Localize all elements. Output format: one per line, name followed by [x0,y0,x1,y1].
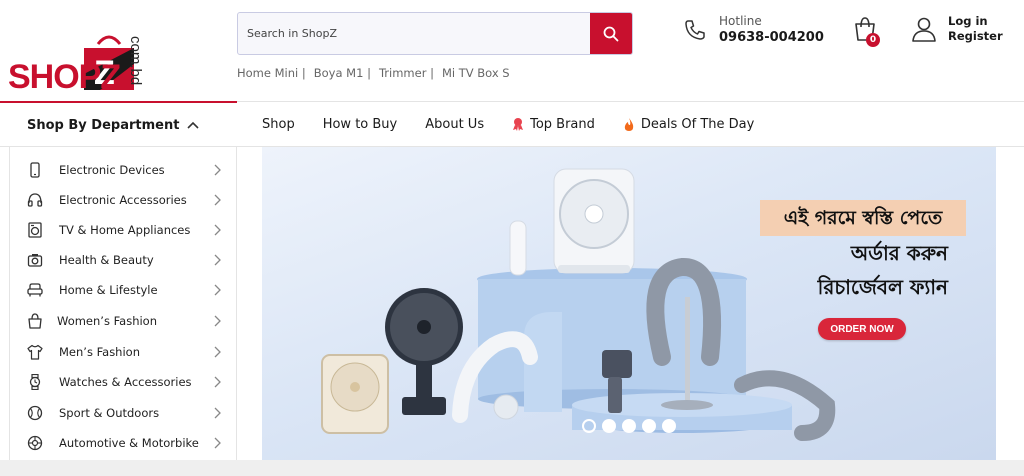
quick-link[interactable]: Trimmer | [379,66,434,80]
handbag-icon [28,313,42,329]
register-link[interactable]: Register [948,29,1003,44]
shopz-logo[interactable]: Z SHOPZ com.bd [8,14,168,98]
menu-label: About Us [425,116,485,132]
banner-headline-line2: অর্ডার করুন [850,241,948,265]
search-icon [603,26,619,41]
chevron-up-icon [187,121,200,129]
category-label: Watches & Accessories [59,375,192,389]
banner-headline-line1: এই গরমে স্বস্তি পেতে [760,200,966,236]
chevron-right-icon [214,346,221,358]
banner-headline-line3: রিচার্জেবল ফ্যান [817,275,948,299]
camera-icon [27,254,43,267]
login-link[interactable]: Log in [948,14,1003,29]
chevron-right-icon [214,284,221,296]
chevron-right-icon [214,224,221,236]
hotline[interactable]: Hotline 09638-004200 [683,14,824,45]
quick-link[interactable]: Home Mini | [237,66,306,80]
main-navigation: Shop By Department Shop How to Buy About… [0,101,1024,147]
menu-item-top-brand[interactable]: Top Brand [512,117,595,132]
phone-icon [685,19,705,40]
category-automotive-motorbike[interactable]: Automotive & Motorbike [10,428,236,458]
menu-label: Shop [262,116,295,132]
wheel-icon [27,435,43,451]
cart-count-badge: 0 [866,33,880,47]
chevron-right-icon [214,376,221,388]
menu-label: Deals Of The Day [640,116,755,132]
carousel-dot[interactable] [582,419,596,433]
carousel-dots [582,419,676,433]
cart-button[interactable]: 0 [851,15,883,47]
category-label: Automotive & Motorbike [59,436,199,450]
menu-item-how-to-buy[interactable]: How to Buy [323,117,398,132]
chevron-right-icon [214,254,221,266]
badge-icon [513,118,524,131]
category-electronic-devices[interactable]: Electronic Devices [10,155,236,185]
menu-item-about-us[interactable]: About Us [425,117,484,132]
category-home-lifestyle[interactable]: Home & Lifestyle [10,275,236,305]
category-mens-fashion[interactable]: Men’s Fashion [10,337,236,367]
phone-device-icon [30,162,40,178]
tshirt-icon [27,344,43,360]
search-input[interactable] [238,13,592,54]
shopz-homepage: Z SHOPZ com.bd Home Mini | Boya M1 | Tri… [0,0,1024,476]
category-womens-fashion[interactable]: Women’s Fashion [10,306,236,336]
category-label: Electronic Devices [59,163,165,177]
chevron-right-icon [214,194,221,206]
category-watches-accessories[interactable]: Watches & Accessories [10,367,236,397]
top-menu: Shop How to Buy About Us Top Brand Deals… [262,102,782,146]
flame-icon [624,117,634,131]
category-label: Electronic Accessories [59,193,187,207]
quick-link[interactable]: Boya M1 | [314,66,371,80]
carousel-dot[interactable] [642,419,656,433]
chevron-right-icon [214,437,221,449]
carousel-dot[interactable] [602,419,616,433]
chevron-right-icon [214,164,221,176]
quick-link[interactable]: Mi TV Box S [442,66,510,80]
account: Log in Register [910,14,1003,44]
carousel-dot[interactable] [622,419,636,433]
ball-icon [27,405,43,421]
category-label: Home & Lifestyle [59,283,158,297]
menu-item-shop[interactable]: Shop [262,117,295,132]
order-now-button[interactable]: ORDER NOW [818,318,906,340]
menu-item-deals-of-the-day[interactable]: Deals Of The Day [623,117,754,132]
logo-domain: com.bd [127,36,144,86]
chevron-right-icon [214,315,221,327]
chevron-right-icon [214,407,221,419]
category-label: Men’s Fashion [59,345,140,359]
popular-search-links: Home Mini | Boya M1 | Trimmer | Mi TV Bo… [237,66,510,80]
logo-wordmark: SHOPZ [8,58,121,96]
category-electronic-accessories[interactable]: Electronic Accessories [10,185,236,215]
menu-label: How to Buy [322,116,398,132]
page-bottom-strip [0,460,1024,476]
category-label: Health & Beauty [59,253,154,267]
category-label: Women’s Fashion [57,314,158,328]
category-sidebar: Electronic Devices Electronic Accessorie… [9,147,237,467]
shop-by-department-toggle[interactable]: Shop By Department [0,101,237,147]
sofa-icon [27,283,43,297]
user-icon [912,17,936,42]
watch-icon [29,374,41,390]
washing-machine-icon [28,222,42,238]
menu-label: Top Brand [530,116,595,132]
hotline-number: 09638-004200 [719,30,824,45]
category-tv-home-appliances[interactable]: TV & Home Appliances [10,215,236,245]
category-health-beauty[interactable]: Health & Beauty [10,245,236,275]
category-label: Sport & Outdoors [59,406,160,420]
hotline-label: Hotline [719,14,762,28]
search-bar [237,12,633,55]
hero-banner[interactable]: এই গরমে স্বস্তি পেতে অর্ডার করুন রিচার্জ… [262,147,996,460]
carousel-dot[interactable] [662,419,676,433]
category-label: TV & Home Appliances [59,223,191,237]
headphones-icon [27,193,43,207]
department-label: Shop By Department [27,117,180,133]
category-sport-outdoors[interactable]: Sport & Outdoors [10,398,236,428]
search-button[interactable] [590,13,632,54]
